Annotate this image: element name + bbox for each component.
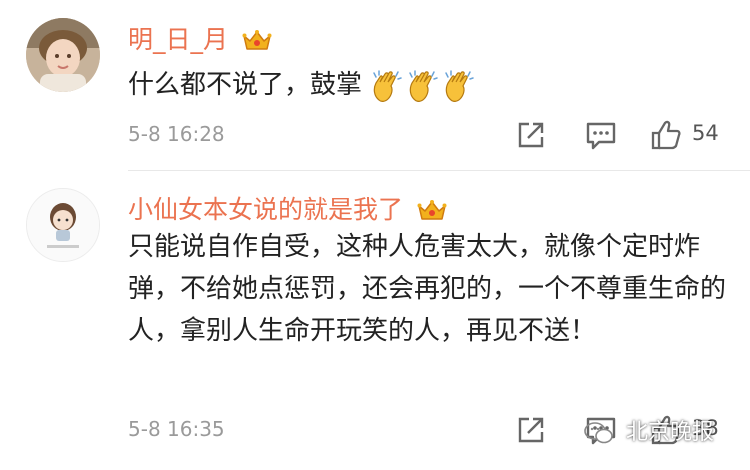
username-text[interactable]: 小仙女本女说的就是我了 bbox=[128, 195, 403, 224]
clap-icon bbox=[406, 69, 440, 103]
wechat-icon bbox=[584, 422, 613, 444]
crown-vip-icon bbox=[242, 29, 272, 53]
comment-text: 什么都不说了，鼓掌 bbox=[128, 64, 728, 106]
comment-item: 明_日_月 什么都不说了，鼓掌 5-8 16:28 54 bbox=[0, 0, 750, 170]
reply-icon[interactable] bbox=[585, 119, 617, 151]
thumbs-up-icon[interactable] bbox=[650, 119, 682, 151]
comment-timestamp: 5-8 16:35 bbox=[128, 417, 225, 441]
comment-actions: 54 bbox=[510, 115, 730, 155]
avatar[interactable] bbox=[26, 188, 100, 262]
share-icon[interactable] bbox=[515, 414, 547, 446]
comment-timestamp: 5-8 16:28 bbox=[128, 122, 225, 146]
clap-icon bbox=[442, 69, 476, 103]
like-count[interactable]: 54 bbox=[692, 121, 719, 145]
username[interactable]: 小仙女本女说的就是我了 bbox=[128, 190, 447, 226]
clap-icon bbox=[370, 69, 404, 103]
watermark: 北京晚报 bbox=[583, 414, 714, 446]
watermark-text: 北京晚报 bbox=[626, 420, 715, 445]
username-text[interactable]: 明_日_月 bbox=[128, 25, 228, 54]
avatar[interactable] bbox=[26, 18, 100, 92]
comment-text: 只能说自作自受，这种人危害太大，就像个定时炸弹，不给她点惩罚，还会再犯的，一个不… bbox=[128, 232, 727, 346]
comment-body: 什么都不说了，鼓掌 bbox=[128, 70, 363, 100]
username[interactable]: 明_日_月 bbox=[128, 20, 272, 56]
share-icon[interactable] bbox=[515, 119, 547, 151]
clapping-hands-emoji bbox=[370, 70, 478, 100]
cartoon-avatar-image bbox=[27, 189, 99, 261]
child-avatar-image bbox=[26, 18, 100, 92]
crown-vip-icon bbox=[417, 199, 447, 223]
